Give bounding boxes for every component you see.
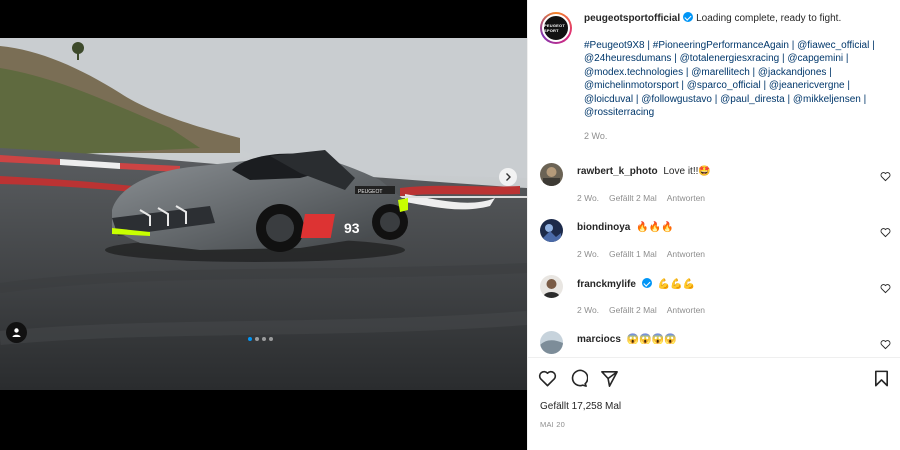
post-caption: PEUGEOT SPORT peugeotsportofficial Loadin… [528,0,900,165]
comment-item: marciocs 😱😱😱😱 [528,331,900,357]
post-details-panel: PEUGEOT SPORT peugeotsportofficial Loadin… [527,0,900,450]
comment-item: biondinoya 🔥🔥🔥 2 Wo. Gefällt 1 Mal Antwo… [528,219,900,275]
comment-text: 🔥🔥🔥 [636,222,674,233]
next-image-button[interactable] [499,168,517,186]
comment-likes[interactable]: Gefällt 2 Mal [609,305,657,315]
tagged-users-button[interactable] [6,322,27,343]
author-username[interactable]: peugeotsportofficial [584,13,680,24]
chevron-right-icon [506,173,511,181]
comment-username[interactable]: biondinoya [577,222,630,233]
reply-button[interactable]: Antworten [667,249,705,259]
comment-time[interactable]: 2 Wo. [577,193,599,203]
carousel-dot [262,337,266,341]
car-number: 93 [344,220,360,236]
commenter-avatar[interactable] [540,275,563,298]
verified-badge-icon [641,278,652,288]
comment-likes[interactable]: Gefällt 1 Mal [609,249,657,259]
author-avatar[interactable]: PEUGEOT SPORT [540,12,572,44]
carousel-indicator [248,337,273,341]
verified-badge-icon [683,12,694,22]
comment-time[interactable]: 2 Wo. [577,249,599,259]
carousel-dot [269,337,273,341]
commenter-avatar[interactable] [540,219,563,242]
share-icon[interactable] [600,369,619,388]
caption-hashtags[interactable]: #Peugeot9X8 | #PioneeringPerformanceAgai… [584,39,889,120]
user-tag-icon [12,328,21,337]
heart-icon[interactable] [880,227,891,238]
like-count[interactable]: Gefällt 17,258 Mal [540,401,621,412]
caption-text: Loading complete, ready to fight. [696,13,842,24]
comment-likes[interactable]: Gefällt 2 Mal [609,193,657,203]
heart-icon[interactable] [880,339,891,350]
comment-username[interactable]: rawbert_k_photo [577,166,658,177]
comment-icon[interactable] [569,369,588,388]
instagram-post-view: 93 PEUGEOT PEUGEOT SPORT peugeotsportoff… [0,0,900,450]
reply-button[interactable]: Antworten [667,193,705,203]
bookmark-icon[interactable] [872,369,891,388]
comment-item: franckmylife 💪💪💪 2 Wo. Gefällt 2 Mal Ant… [528,275,900,331]
comment-username[interactable]: franckmylife [577,279,636,290]
comment-text: 💪💪💪 [657,279,696,290]
carousel-dot [248,337,252,341]
comment-item: rawbert_k_photo Love it!!🤩 2 Wo. Gefällt… [528,163,900,219]
heart-icon[interactable] [880,283,891,294]
commenter-avatar[interactable] [540,163,563,186]
comment-text: Love it!!🤩 [663,166,711,177]
post-date[interactable]: MAI 20 [540,420,565,429]
media-panel: 93 PEUGEOT [0,0,527,450]
reply-button[interactable]: Antworten [667,305,705,315]
commenter-avatar[interactable] [540,331,563,354]
heart-icon[interactable] [538,369,557,388]
carousel-dot [255,337,259,341]
heart-icon[interactable] [880,171,891,182]
avatar-logo-text: PEUGEOT SPORT [544,23,565,33]
post-time[interactable]: 2 Wo. [584,130,889,144]
comment-username[interactable]: marciocs [577,334,621,345]
comment-text: 😱😱😱😱 [626,334,677,345]
comment-list: rawbert_k_photo Love it!!🤩 2 Wo. Gefällt… [528,163,900,357]
comment-time[interactable]: 2 Wo. [577,305,599,315]
post-actions: Gefällt 17,258 Mal MAI 20 [528,357,900,450]
car-brand-label: PEUGEOT [358,189,382,195]
